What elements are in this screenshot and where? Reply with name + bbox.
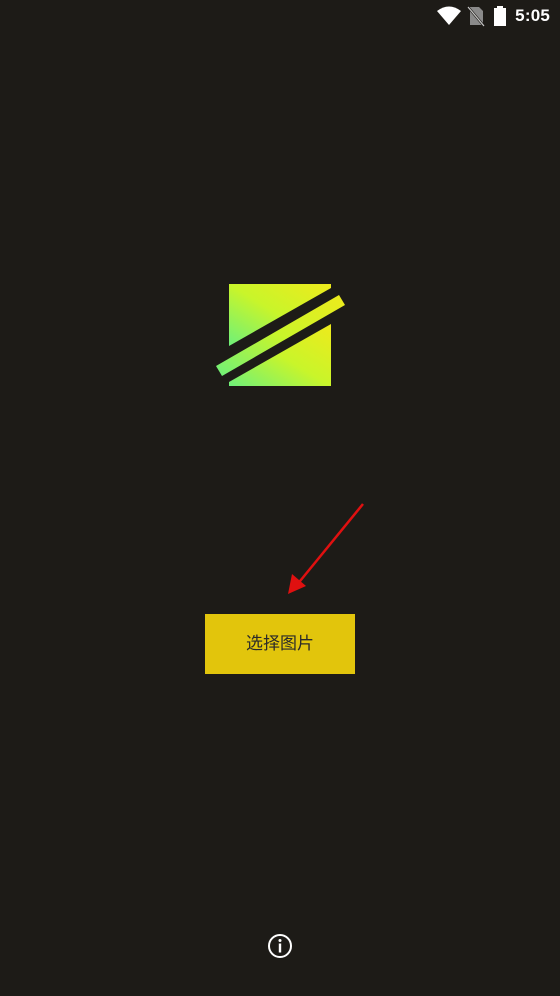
battery-icon: [493, 5, 507, 31]
no-sim-icon: [467, 5, 485, 31]
info-icon[interactable]: [266, 932, 294, 960]
app-logo: [214, 282, 346, 388]
select-image-button[interactable]: 选择图片: [205, 614, 355, 674]
app-screen: 5:05 选择图片: [0, 0, 560, 996]
annotation-arrow: [280, 500, 370, 600]
status-bar: 5:05: [0, 0, 560, 32]
wifi-icon: [436, 5, 462, 31]
status-time: 5:05: [515, 6, 550, 25]
